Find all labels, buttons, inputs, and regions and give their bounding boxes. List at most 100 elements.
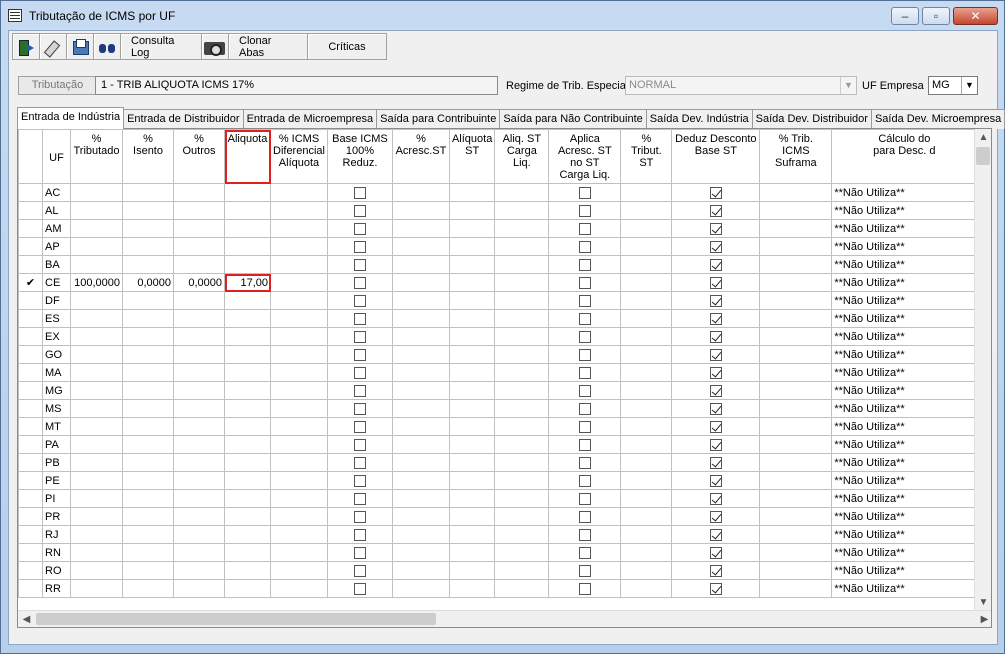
checkbox[interactable] [578,492,591,505]
checkbox[interactable] [353,474,366,487]
checkbox-cell[interactable] [326,525,393,544]
data-cell[interactable] [620,219,673,238]
data-cell[interactable] [391,435,450,454]
table-row[interactable]: AL **Não Utiliza** [18,201,978,220]
data-cell[interactable] [620,489,673,508]
row-indicator[interactable] [18,291,43,310]
checkbox[interactable] [353,186,366,199]
table-row[interactable]: PB **Não Utiliza** [18,453,978,472]
scroll-down-icon[interactable]: ▼ [975,594,991,611]
checkbox-cell[interactable] [548,471,622,490]
isento-cell[interactable] [122,417,174,436]
table-row[interactable]: AP **Não Utiliza** [18,237,978,256]
tributado-cell[interactable] [70,399,123,418]
calculo-cell[interactable]: **Não Utiliza** [831,183,978,202]
tab-4[interactable]: Saída para Contribuinte [376,109,501,129]
outros-cell[interactable] [173,345,225,364]
tributado-cell[interactable] [70,219,123,238]
checkbox[interactable] [578,258,591,271]
uf-cell[interactable]: AC [42,183,71,202]
data-cell[interactable] [391,291,450,310]
calculo-cell[interactable]: **Não Utiliza** [831,489,978,508]
column-header[interactable]: % Trib. ICMS Suframa [759,129,833,184]
data-cell[interactable] [391,381,450,400]
data-cell[interactable] [270,291,328,310]
table-row[interactable]: MT **Não Utiliza** [18,417,978,436]
tributado-cell[interactable] [70,327,123,346]
tributado-cell[interactable] [70,543,123,562]
checkbox-cell[interactable] [548,255,622,274]
checkbox[interactable] [709,456,722,469]
uf-cell[interactable]: GO [42,345,71,364]
data-cell[interactable] [270,345,328,364]
checkbox-cell[interactable] [326,363,393,382]
uf-cell[interactable]: PE [42,471,71,490]
checkbox[interactable] [709,492,722,505]
data-cell[interactable] [494,363,550,382]
calculo-cell[interactable]: **Não Utiliza** [831,471,978,490]
data-cell[interactable] [448,363,496,382]
tab-6[interactable]: Saída Dev. Indústria [645,109,753,129]
checkbox[interactable] [353,312,366,325]
checkbox-cell[interactable] [326,417,393,436]
table-row[interactable]: PA **Não Utiliza** [18,435,978,454]
checkbox[interactable] [709,438,722,451]
checkbox[interactable] [709,186,722,199]
checkbox-cell[interactable] [671,201,761,220]
checkbox[interactable] [353,438,366,451]
checkbox[interactable] [353,222,366,235]
data-cell[interactable] [448,327,496,346]
criticas-button[interactable]: Críticas [307,33,387,60]
data-cell[interactable] [270,183,328,202]
data-cell[interactable] [620,273,673,292]
checkbox-cell[interactable] [671,183,761,202]
isento-cell[interactable] [122,381,174,400]
checkbox[interactable] [578,348,591,361]
isento-cell[interactable] [122,561,174,580]
checkbox[interactable] [709,366,722,379]
checkbox[interactable] [353,240,366,253]
data-cell[interactable] [448,291,496,310]
checkbox-cell[interactable] [548,579,622,598]
checkbox-cell[interactable] [671,489,761,508]
checkbox[interactable] [709,330,722,343]
uf-cell[interactable]: MG [42,381,71,400]
calculo-cell[interactable]: **Não Utiliza** [831,273,978,292]
outros-cell[interactable] [173,327,225,346]
table-row[interactable]: ES **Não Utiliza** [18,309,978,328]
data-cell[interactable] [448,255,496,274]
checkbox-cell[interactable] [326,399,393,418]
data-cell[interactable] [759,453,833,472]
aliquota-cell[interactable] [224,417,271,436]
data-cell[interactable] [448,471,496,490]
data-cell[interactable] [494,507,550,526]
isento-cell[interactable] [122,237,174,256]
data-cell[interactable] [494,255,550,274]
outros-cell[interactable] [173,525,225,544]
data-cell[interactable] [270,543,328,562]
row-indicator[interactable] [18,219,43,238]
uf-empresa-select[interactable]: MG ▼ [928,76,978,95]
table-row[interactable]: GO **Não Utiliza** [18,345,978,364]
data-cell[interactable] [494,183,550,202]
chevron-down-icon[interactable]: ▼ [840,77,856,94]
chevron-down-icon[interactable]: ▼ [961,77,977,94]
calculo-cell[interactable]: **Não Utiliza** [831,291,978,310]
title-bar[interactable]: Tributação de ICMS por UF – ▫ ✕ [1,1,1004,30]
checkbox-cell[interactable] [326,579,393,598]
horizontal-scrollbar[interactable]: ◀ ▶ [18,610,991,627]
column-header[interactable]: % Tributado [70,129,123,184]
row-indicator[interactable] [18,345,43,364]
row-indicator[interactable] [18,525,43,544]
data-cell[interactable] [620,381,673,400]
checkbox[interactable] [353,348,366,361]
checkbox[interactable] [353,456,366,469]
data-cell[interactable] [448,201,496,220]
checkbox[interactable] [709,420,722,433]
tab-7[interactable]: Saída Dev. Distribuidor [751,109,872,129]
data-cell[interactable] [270,399,328,418]
data-cell[interactable] [391,543,450,562]
checkbox[interactable] [578,564,591,577]
tab-1[interactable]: Entrada de Indústria [17,107,125,129]
isento-cell[interactable] [122,201,174,220]
